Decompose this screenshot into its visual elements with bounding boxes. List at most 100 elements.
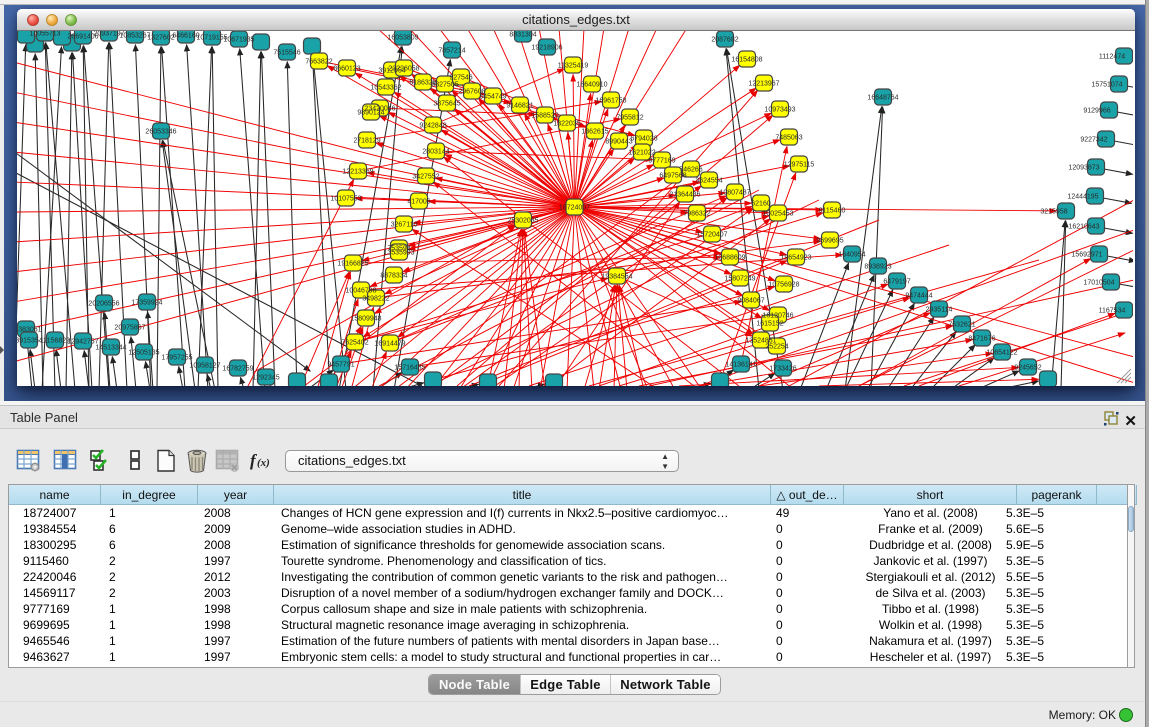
svg-text:62160: 62160 [751,201,771,208]
svg-text:11156829: 11156829 [40,338,70,345]
svg-text:1733426: 1733426 [769,366,796,373]
svg-text:17957255: 17957255 [161,355,192,362]
svg-text:1112474: 1112474 [1099,54,1125,61]
svg-text:15809948: 15809948 [350,316,381,323]
svg-text:16782759: 16782759 [222,366,253,373]
svg-text:3915354: 3915354 [17,338,43,345]
svg-text:6479197: 6479197 [883,279,910,286]
svg-text:8878334: 8878334 [380,273,407,280]
svg-text:16053809: 16053809 [387,35,418,42]
svg-text:1640954: 1640954 [838,252,865,259]
svg-text:2803144: 2803144 [422,149,449,156]
svg-text:9242848: 9242848 [419,123,446,130]
svg-text:10543362: 10543362 [370,85,401,92]
svg-text:3875645: 3875645 [433,101,460,108]
svg-text:7632621: 7632621 [948,322,975,329]
svg-text:3624554: 3624554 [695,178,722,185]
svg-text:9227342: 9227342 [1080,137,1107,144]
svg-text:18724007: 18724007 [559,205,590,212]
svg-text:1621022: 1621022 [628,150,655,157]
svg-text:15720407: 15720407 [696,232,727,239]
svg-text:9777169: 9777169 [648,158,675,165]
svg-text:3498222: 3498222 [362,296,389,303]
svg-text:10853267: 10853267 [119,33,150,40]
svg-text:17359924: 17359924 [131,300,162,307]
svg-text:26053346: 26053346 [145,129,176,136]
svg-text:7955812: 7955812 [616,115,643,122]
svg-text:19218906: 19218906 [531,45,562,52]
svg-text:2935114: 2935114 [926,307,953,314]
svg-text:12942757: 12942757 [67,339,98,346]
svg-text:15807249: 15807249 [724,276,755,283]
svg-text:10654122: 10654122 [986,350,1017,357]
svg-text:10025453: 10025453 [762,211,793,218]
svg-text:16914479: 16914479 [374,341,405,348]
svg-text:12444195: 12444195 [1067,194,1098,201]
svg-text:10046798: 10046798 [345,288,376,295]
svg-text:15751074: 15751074 [1091,82,1122,89]
svg-text:9327505: 9327505 [431,82,458,89]
svg-text:2718129: 2718129 [353,138,380,145]
svg-text:9457791: 9457791 [327,362,354,369]
svg-text:21364436: 21364436 [669,192,700,199]
svg-text:14513344: 14513344 [95,345,126,352]
svg-text:1167534: 1167534 [1099,308,1126,315]
svg-text:8990443: 8990443 [605,139,632,146]
svg-text:10688609: 10688609 [714,255,745,262]
svg-text:12213369: 12213369 [342,169,373,176]
svg-text:15692971: 15692971 [1071,252,1102,259]
svg-text:25302035: 25302035 [507,218,538,225]
svg-text:252254: 252254 [765,344,788,351]
svg-text:7515546: 7515546 [273,50,300,57]
svg-text:9146821: 9146821 [506,103,533,110]
svg-text:7485063: 7485063 [775,135,802,142]
svg-text:1615152: 1615152 [756,321,783,328]
svg-text:10973493: 10973493 [764,107,795,114]
svg-text:12213967: 12213967 [748,81,779,88]
svg-text:20206556: 20206556 [88,301,119,308]
svg-text:8454749: 8454749 [479,94,506,101]
svg-text:8471676: 8471676 [968,336,995,343]
svg-text:1292345: 1292345 [252,375,279,382]
svg-text:3215958: 3215958 [1040,209,1067,216]
svg-text:1362615: 1362615 [581,129,608,136]
svg-text:6497568: 6497568 [659,173,686,180]
svg-text:3427552: 3427552 [412,174,439,181]
svg-text:9699695: 9699695 [816,238,843,245]
svg-text:11325419: 11325419 [558,63,589,70]
svg-text:1588520: 1588520 [531,113,558,120]
svg-text:16648764: 16648764 [867,95,898,102]
svg-text:8831304: 8831304 [509,32,536,39]
svg-text:9129966: 9129966 [1083,108,1110,115]
svg-text:16210643: 16210643 [1068,224,1099,231]
svg-text:7857214: 7857214 [438,48,465,55]
svg-text:12975115: 12975115 [784,162,815,169]
svg-text:14136141: 14136141 [725,362,756,369]
svg-text:8660123: 8660123 [333,66,360,73]
svg-text:7986322: 7986322 [683,211,710,218]
svg-text:6794028: 6794028 [630,136,657,143]
svg-text:23226058: 23226058 [388,66,419,73]
svg-text:417006: 417006 [407,199,430,206]
svg-text:16120746: 16120746 [762,313,793,320]
svg-text:21383061: 21383061 [17,327,42,334]
svg-text:(x): (x) [257,457,270,469]
svg-text:9474444: 9474444 [905,293,932,300]
svg-text:927546: 927546 [449,75,472,82]
svg-text:17010504: 17010504 [1083,280,1114,287]
svg-text:10807487: 10807487 [719,190,750,197]
svg-text:8938923: 8938923 [864,264,891,271]
svg-text:10671935: 10671935 [223,37,254,44]
svg-text:9115460: 9115460 [819,208,846,215]
svg-text:9084067: 9084067 [737,298,764,305]
svg-text:16961758: 16961758 [595,98,626,105]
svg-text:10756928: 10756928 [768,282,799,289]
svg-text:7663822: 7663822 [305,59,332,66]
svg-text:9890124: 9890124 [357,110,384,117]
svg-text:14055713: 14055713 [29,31,60,38]
svg-text:18640910: 18640910 [576,82,607,89]
svg-text:10107553: 10107553 [330,196,361,203]
svg-text:12505135: 12505135 [128,350,159,357]
svg-text:12093873: 12093873 [1068,165,1099,172]
svg-text:7625402: 7625402 [341,340,368,347]
